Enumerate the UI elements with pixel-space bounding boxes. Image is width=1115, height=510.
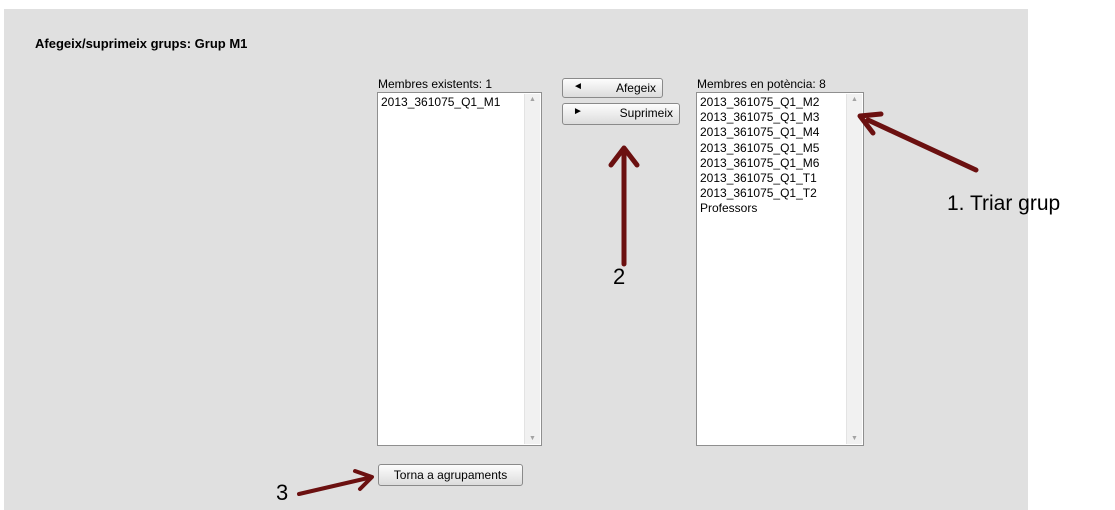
annotation-arrow-2	[608, 145, 640, 267]
annotation-arrow-3	[297, 469, 374, 496]
annotation-arrow-1	[857, 111, 979, 173]
annotation-arrows	[297, 111, 979, 496]
